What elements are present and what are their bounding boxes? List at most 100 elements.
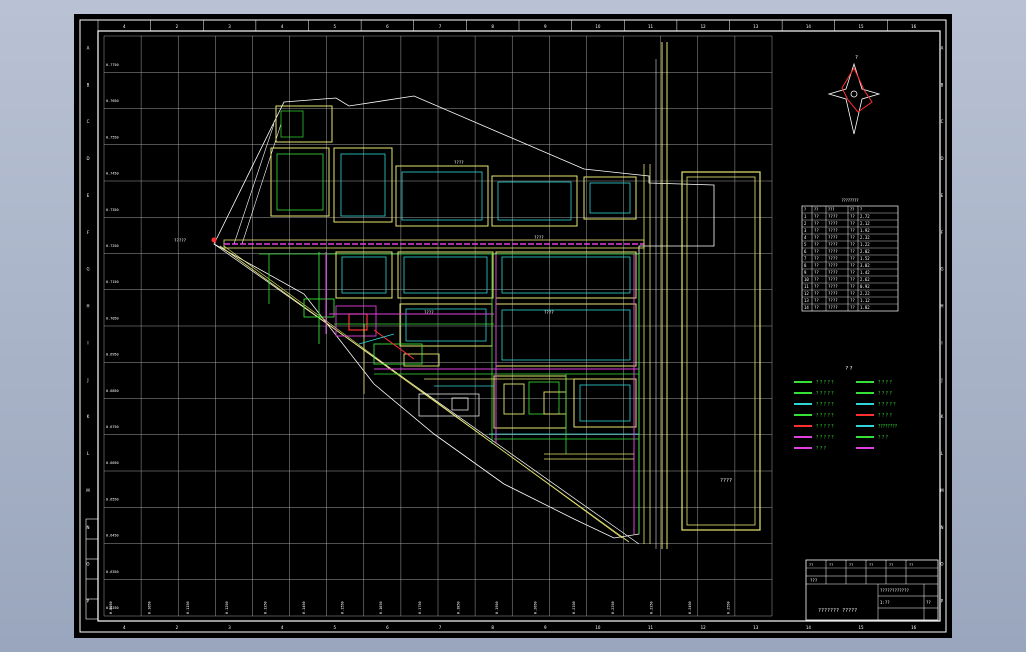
cad-viewport[interactable]: 4 4 2 2 3 3 4 4 5 5 6 6 7 7 8 8 9 9 10 10 11 11 12 12 13 13 14 14 15… <box>74 14 952 638</box>
top-ruler-label: 9 <box>544 24 547 29</box>
table-cell: ?? <box>814 242 819 247</box>
table-cell: ?? <box>814 277 819 282</box>
top-ruler-label: 14 <box>806 24 812 29</box>
table-cell: ?? <box>850 249 855 254</box>
bottom-ruler-label: 10 <box>595 625 601 630</box>
left-ruler-label: B <box>87 82 90 87</box>
table-cell: 1.12 <box>860 298 870 303</box>
grid-coordinate-label: 0.7550 <box>106 135 119 139</box>
left-ruler-label: I <box>87 340 88 345</box>
right-ruler-label: B <box>941 82 944 87</box>
table-cell: 10 <box>804 277 809 282</box>
table-cell: ?? <box>850 256 855 261</box>
title-block-project: ??? <box>810 578 818 583</box>
block-n1 <box>270 147 330 217</box>
table-cell: ???? <box>828 277 838 282</box>
bottom-ruler-label: 3 <box>228 625 231 630</box>
table-cell: 12 <box>804 291 809 296</box>
table-header-cell: ?? <box>814 207 818 212</box>
left-ruler-label: L <box>87 451 90 456</box>
coordinate-grid <box>103 35 773 617</box>
table-cell: 8 <box>804 263 807 268</box>
table-cell: 3 <box>804 228 807 233</box>
top-ruler-label: 5 <box>334 24 337 29</box>
left-ruler-label: J <box>86 377 88 382</box>
table-cell: 14 <box>804 305 809 310</box>
block-m5 <box>495 303 637 367</box>
table-cell: ???? <box>828 228 838 233</box>
title-block: ??? ???????????? ??????? ????? 1:?? ?? ?… <box>805 559 939 621</box>
legend-label: ???????? <box>878 424 898 430</box>
grid-coordinate-label: 0.7750 <box>106 63 119 67</box>
legend-label: ? ? ? ? ? <box>878 402 896 408</box>
table-cell: 2.12 <box>860 221 870 226</box>
svg-text:??: ?? <box>829 563 833 567</box>
table-cell: 1.42 <box>860 270 870 275</box>
top-ruler-label: 7 <box>439 24 442 29</box>
left-ruler-label: O <box>86 562 89 567</box>
bottom-ruler-label: 13 <box>753 625 759 630</box>
table-cell: 0.92 <box>860 284 870 289</box>
table-cell: ???? <box>828 235 838 240</box>
table-cell: ???? <box>828 256 838 261</box>
svg-text:??: ?? <box>849 563 853 567</box>
table-cell: 2 <box>804 221 807 226</box>
table-cell: ?? <box>850 291 855 296</box>
top-ruler-label: 4 <box>123 24 126 29</box>
right-ruler-label: M <box>940 488 944 493</box>
table-cell: ?? <box>814 298 819 303</box>
grid-coordinate-label: 0.1050 <box>148 601 152 614</box>
grid-coordinate-label: 0.6950 <box>106 353 119 357</box>
table-cell: 2.72 <box>860 214 870 219</box>
area-table: ???????????????? ?1???????? 2.722???????? 2… <box>801 198 899 312</box>
table-cell: ?? <box>814 270 819 275</box>
table-cell: ?? <box>850 284 855 289</box>
bottom-ruler-label: 5 <box>334 625 337 630</box>
east-field-label: ???? <box>720 478 732 484</box>
legend: ? ? ? ? ? ? ? ? ? ? ? ? ? ? ? ? ? ? ? ? ? ??… <box>794 366 898 452</box>
table-cell: ?? <box>850 277 855 282</box>
legend-label: ? ? ? ? ? <box>816 424 834 430</box>
top-ruler-label: 12 <box>701 24 707 29</box>
legend-label: ? ? ? ? ? <box>816 391 834 397</box>
right-ruler-label: L <box>941 451 944 456</box>
svg-text:????: ???? <box>454 160 464 165</box>
svg-text:????: ???? <box>534 235 544 240</box>
table-cell: 1.22 <box>860 242 870 247</box>
legend-label: ? ? ? ? ? <box>816 402 834 408</box>
table-cell: ???? <box>828 298 838 303</box>
grid-coordinate-label: 0.1750 <box>418 601 422 614</box>
grid-coordinate-label: 0.7250 <box>106 244 119 248</box>
right-ruler-label: J <box>940 377 942 382</box>
legend-label: ? ? ? <box>878 435 889 441</box>
bottom-ruler-label: 9 <box>544 625 547 630</box>
title-block-sheet: ?? <box>926 600 931 605</box>
table-cell: ?? <box>814 291 819 296</box>
table-cell: 1.92 <box>860 228 870 233</box>
top-ruler-label: 10 <box>595 24 601 29</box>
bottom-ruler-label: 11 <box>648 625 654 630</box>
left-ruler-label: P <box>87 599 90 604</box>
right-ruler-label: P <box>941 599 944 604</box>
grid-coordinate-label: 0.1950 <box>495 601 499 614</box>
table-cell: ?? <box>850 228 855 233</box>
grid-coordinate-label: 0.2050 <box>534 601 538 614</box>
svg-text:??: ?? <box>889 563 893 567</box>
top-ruler-label: 2 <box>176 24 179 29</box>
right-ruler-label: F <box>941 230 944 235</box>
table-cell: 6 <box>804 249 807 254</box>
right-ruler-label: D <box>940 156 943 161</box>
grid-coordinate-label: 0.0950 <box>109 601 113 614</box>
table-cell: ???? <box>828 284 838 289</box>
top-ruler-label: 8 <box>491 24 494 29</box>
right-ruler-label: E <box>941 193 944 198</box>
legend-label: ? ? ? ? ? <box>816 380 834 386</box>
table-cell: ?? <box>814 249 819 254</box>
table-cell: ?? <box>814 284 819 289</box>
legend-label: ? ? ? ? ? <box>816 435 834 441</box>
block-n4 <box>491 175 578 227</box>
right-ruler-label: N <box>941 525 944 530</box>
north-arrow: ? <box>827 55 881 135</box>
access-road <box>233 123 282 245</box>
svg-text:????: ???? <box>424 310 434 315</box>
